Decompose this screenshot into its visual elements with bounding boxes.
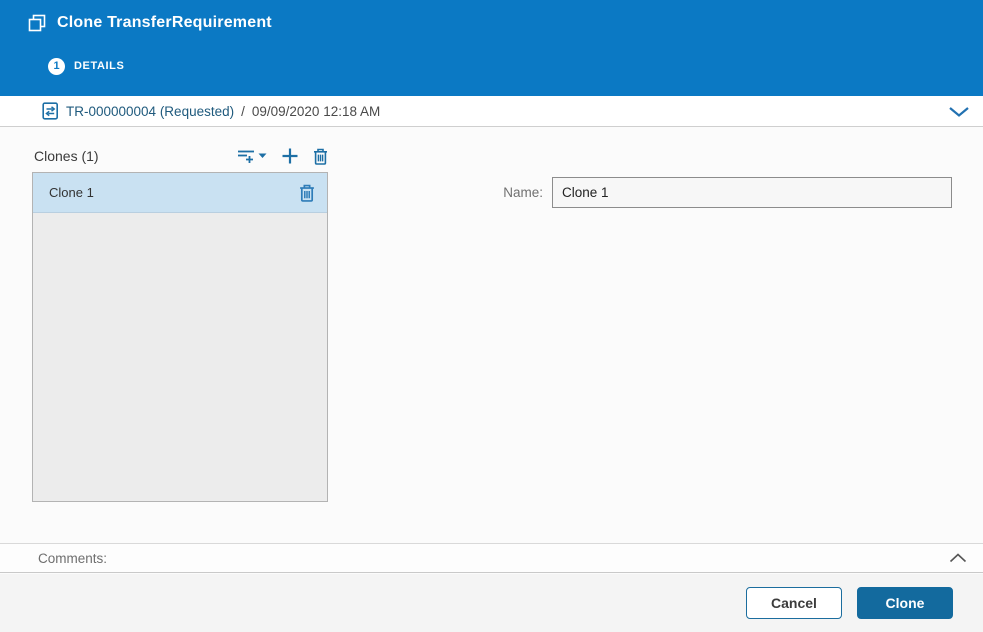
cancel-button[interactable]: Cancel: [746, 587, 842, 619]
comments-collapse-button[interactable]: [947, 547, 969, 569]
clones-heading: Clones (1): [34, 148, 99, 164]
name-input[interactable]: [552, 177, 952, 208]
record-link[interactable]: TR-000000004 (Requested): [66, 104, 234, 119]
chevron-down-icon: [948, 106, 970, 118]
add-multiple-button[interactable]: [237, 148, 267, 165]
caret-down-icon: [258, 153, 267, 159]
transfer-record-icon: [42, 102, 59, 120]
record-bar: TR-000000004 (Requested) / 09/09/2020 12…: [0, 96, 983, 127]
record-timestamp: 09/09/2020 12:18 AM: [251, 103, 381, 119]
comments-label: Comments:: [38, 550, 108, 566]
name-label: Name:: [503, 185, 543, 200]
clone-icon: [28, 14, 46, 32]
clones-header: Clones (1): [34, 143, 328, 169]
step-number-badge: 1: [48, 57, 65, 75]
clones-list: Clone 1: [32, 172, 328, 502]
record-separator: /: [241, 103, 245, 119]
trash-icon: [313, 148, 328, 165]
trash-icon: [299, 184, 315, 202]
clone-dialog: Clone TransferRequirement 1 DETAILS TR-0…: [0, 0, 983, 632]
list-item-label: Clone 1: [49, 185, 94, 200]
clones-toolbar: [237, 147, 328, 165]
record-collapse-button[interactable]: [947, 100, 971, 124]
clone-button[interactable]: Clone: [857, 587, 953, 619]
dialog-footer: Cancel Clone: [0, 574, 983, 632]
step-indicator: 1 DETAILS: [48, 56, 124, 76]
delete-clone-1-button[interactable]: [299, 184, 315, 202]
page-title: Clone TransferRequirement: [57, 14, 272, 31]
delete-clone-toolbar-button[interactable]: [313, 148, 328, 165]
wizard-header: Clone TransferRequirement 1 DETAILS: [0, 0, 983, 96]
step-label: DETAILS: [74, 60, 125, 72]
add-clone-button[interactable]: [281, 147, 299, 165]
list-item-clone-1[interactable]: Clone 1: [33, 173, 327, 213]
name-field-row: Name:: [480, 177, 952, 208]
plus-icon: [281, 147, 299, 165]
add-multiple-icon: [237, 148, 255, 165]
chevron-up-icon: [949, 553, 967, 563]
header-title-row: Clone TransferRequirement: [28, 10, 963, 36]
comments-section-bar[interactable]: Comments:: [0, 543, 983, 573]
